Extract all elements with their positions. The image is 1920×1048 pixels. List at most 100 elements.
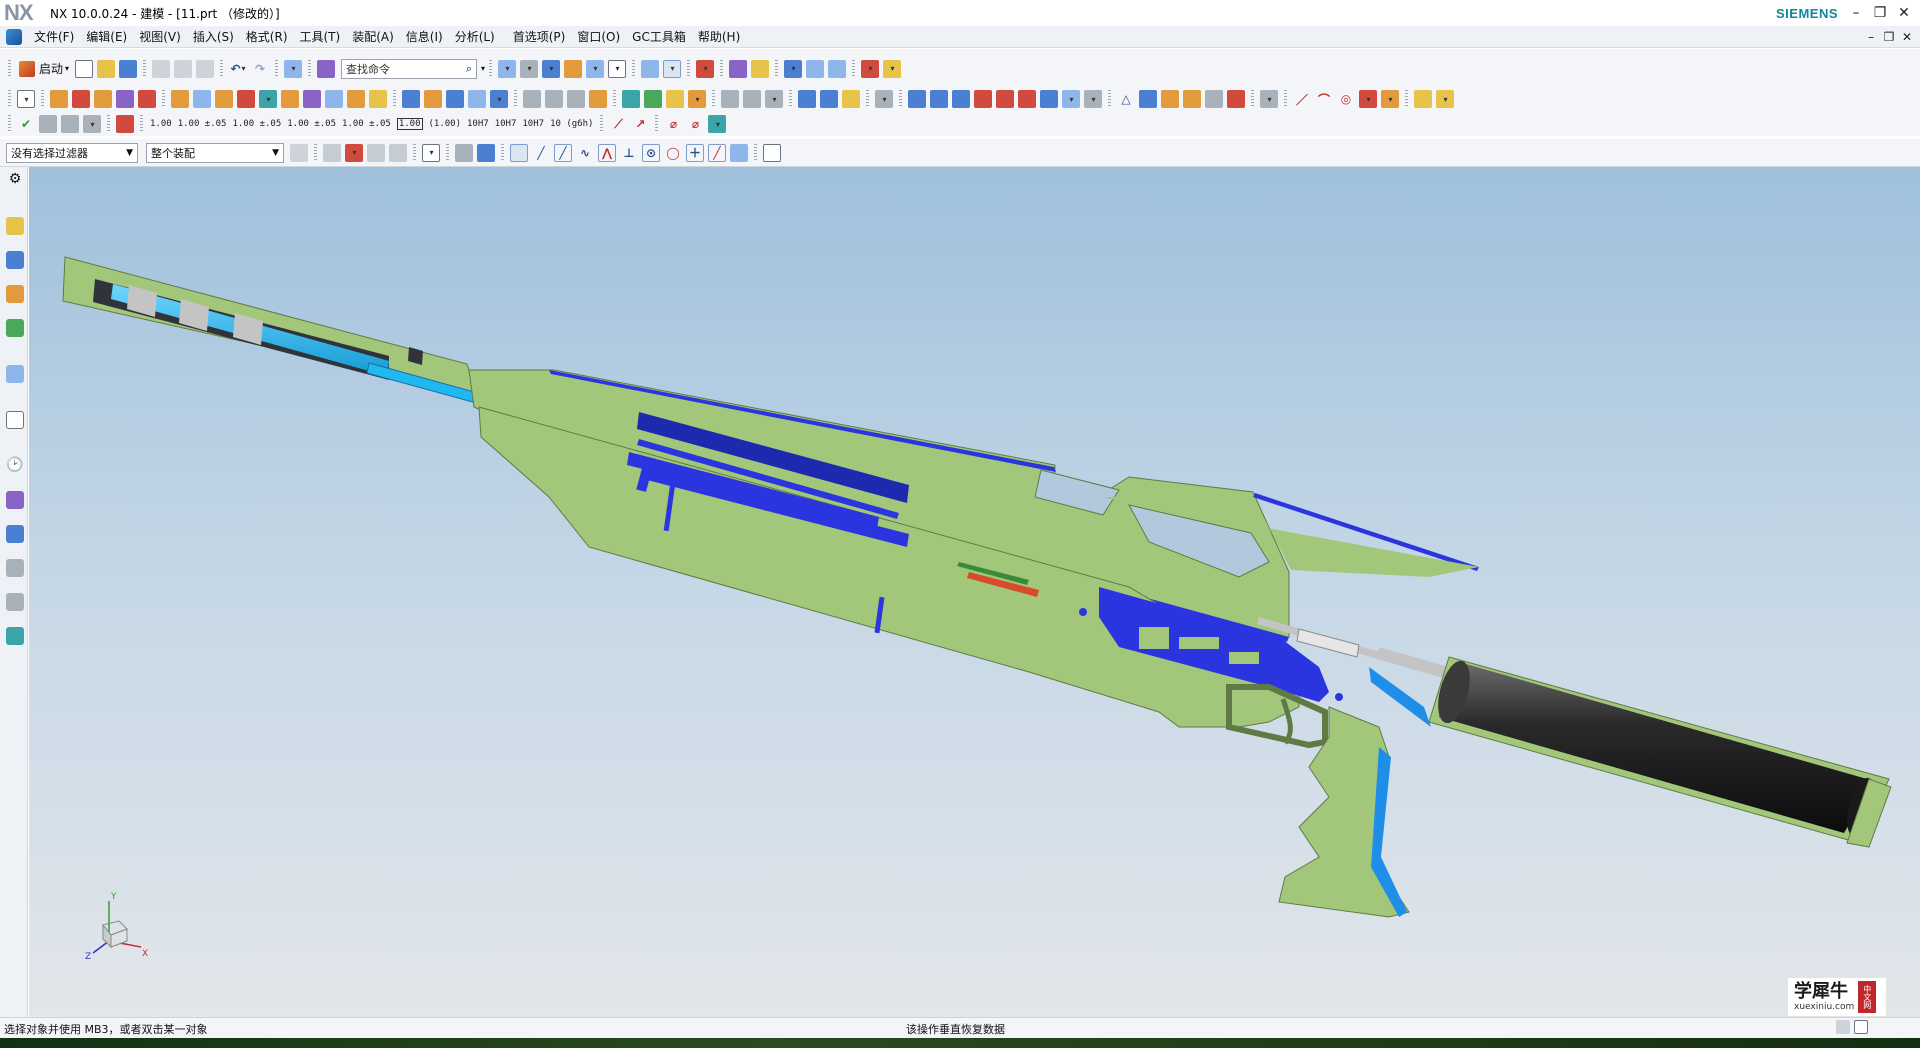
filter-reset-icon[interactable] bbox=[290, 143, 308, 162]
assembly-constraint-icon[interactable] bbox=[523, 90, 541, 108]
linear-dim-icon[interactable]: ↗ bbox=[631, 115, 649, 133]
hide-icon[interactable] bbox=[806, 59, 825, 78]
sketch-icon[interactable] bbox=[17, 90, 35, 108]
menu-format[interactable]: 格式(R) bbox=[240, 28, 294, 45]
dim-limit-icon[interactable]: 1.00 ±.05 bbox=[342, 119, 391, 129]
patch-icon[interactable] bbox=[1018, 90, 1036, 108]
through-curves-icon[interactable] bbox=[908, 90, 926, 108]
bolt-icon[interactable] bbox=[842, 90, 860, 108]
hd3d-tools-icon[interactable] bbox=[6, 365, 24, 383]
boss-icon[interactable] bbox=[116, 90, 134, 108]
rapid-dimension-icon[interactable] bbox=[116, 115, 134, 133]
offset-surface-icon[interactable] bbox=[974, 90, 992, 108]
diameter-icon[interactable]: ⌀ bbox=[664, 115, 682, 133]
spline-icon[interactable] bbox=[765, 90, 783, 108]
mold-icon[interactable] bbox=[1414, 90, 1432, 108]
snap-existing-point-icon[interactable]: ＋ bbox=[686, 143, 704, 162]
show-icon[interactable] bbox=[828, 59, 847, 78]
constraint-navigator-icon[interactable] bbox=[6, 251, 24, 269]
radius-icon[interactable]: ⌀ bbox=[686, 115, 704, 133]
select-feature-icon[interactable] bbox=[345, 143, 363, 162]
datum-plane-icon[interactable] bbox=[1381, 90, 1399, 108]
snap-midpoint-icon[interactable]: ╱ bbox=[554, 143, 572, 162]
circle-icon[interactable]: ◎ bbox=[1337, 90, 1355, 108]
full-screen-icon[interactable] bbox=[1854, 1020, 1868, 1034]
explode-icon[interactable] bbox=[589, 90, 607, 108]
menu-file[interactable]: 文件(F) bbox=[28, 28, 80, 45]
toolbar-grip[interactable] bbox=[8, 59, 11, 78]
snap-intersection-icon[interactable]: ⋀ bbox=[598, 143, 616, 162]
pocket-icon[interactable] bbox=[138, 90, 156, 108]
palette-icon[interactable] bbox=[6, 627, 24, 645]
angle-dim-icon[interactable] bbox=[708, 115, 727, 133]
add-component-icon[interactable] bbox=[545, 90, 563, 108]
background-icon[interactable] bbox=[564, 59, 583, 78]
n-sided-icon[interactable] bbox=[952, 90, 970, 108]
air-tank[interactable] bbox=[1428, 656, 1890, 844]
intersect-icon[interactable] bbox=[215, 90, 233, 108]
cut-icon[interactable] bbox=[152, 59, 171, 78]
check-icon[interactable]: ✔ bbox=[17, 115, 35, 133]
menu-info[interactable]: 信息(I) bbox=[400, 28, 449, 45]
reuse-library-icon[interactable] bbox=[6, 319, 24, 337]
hole-icon[interactable] bbox=[94, 90, 112, 108]
extension-icon[interactable] bbox=[1062, 90, 1080, 108]
copy-icon[interactable] bbox=[174, 59, 193, 78]
app-menu-icon[interactable] bbox=[6, 28, 22, 45]
surface-icon[interactable] bbox=[875, 90, 893, 108]
triangle-icon[interactable]: △ bbox=[1117, 90, 1135, 108]
arc-icon[interactable]: ⌒ bbox=[1315, 90, 1333, 108]
block-icon[interactable] bbox=[402, 90, 420, 108]
die-icon[interactable] bbox=[1436, 90, 1454, 108]
selection-list-icon[interactable] bbox=[1836, 1020, 1850, 1034]
command-search-input[interactable]: 查找命令 ⌕ bbox=[341, 58, 478, 79]
rectangle-select-icon[interactable] bbox=[422, 143, 440, 162]
start-button[interactable]: 启动 ▾ bbox=[15, 58, 73, 80]
roles-icon[interactable] bbox=[6, 559, 24, 577]
pmi-icon[interactable] bbox=[39, 115, 57, 133]
doc-minimize-icon[interactable]: – bbox=[1862, 28, 1880, 46]
dim-fit-class-icon[interactable]: 10 (g6h) bbox=[550, 119, 593, 129]
close-icon[interactable]: ✕ bbox=[1892, 2, 1916, 24]
menu-gc-toolbox[interactable]: GC工具箱 bbox=[626, 28, 692, 45]
break-view-icon[interactable] bbox=[1227, 90, 1245, 108]
dim-fit-icon[interactable]: 10H7 bbox=[467, 119, 489, 129]
dim-unilateral-above-icon[interactable]: 1.00 ±.05 bbox=[232, 119, 281, 129]
history-icon[interactable]: 🕑 bbox=[6, 457, 24, 475]
ruler-icon[interactable] bbox=[883, 59, 902, 78]
unite-icon[interactable] bbox=[171, 90, 189, 108]
snap-center-icon[interactable]: ⊙ bbox=[642, 143, 660, 162]
menu-insert[interactable]: 插入(S) bbox=[187, 28, 240, 45]
web-browser-icon[interactable] bbox=[6, 411, 24, 429]
measure-icon[interactable] bbox=[861, 59, 880, 78]
sphere-icon[interactable] bbox=[468, 90, 486, 108]
snap-perpendicular-icon[interactable]: ⊥ bbox=[620, 144, 638, 162]
detail-view-icon[interactable] bbox=[1205, 90, 1223, 108]
dim-bilateral-icon[interactable]: 1.00 ±.05 bbox=[178, 119, 227, 129]
system-materials-icon[interactable] bbox=[6, 491, 24, 509]
edit-section-icon[interactable] bbox=[663, 59, 682, 78]
sew-icon[interactable] bbox=[996, 90, 1014, 108]
weld-icon[interactable] bbox=[820, 90, 838, 108]
measure-angle-icon[interactable] bbox=[751, 59, 770, 78]
measure-distance-icon[interactable] bbox=[729, 59, 748, 78]
gear-icon[interactable] bbox=[743, 90, 761, 108]
pmi-view-icon[interactable] bbox=[61, 115, 79, 133]
assembly-navigator-icon[interactable] bbox=[6, 217, 24, 235]
dim-nominal-icon[interactable]: 1.00 bbox=[150, 119, 172, 129]
rifle-model[interactable] bbox=[29, 167, 1920, 1017]
redo-icon[interactable]: ↷ bbox=[251, 60, 269, 78]
selection-scope-select[interactable]: 整个装配 ▼ bbox=[146, 142, 284, 163]
point-icon[interactable] bbox=[1359, 90, 1377, 108]
relate-icon[interactable]: ⟋ bbox=[609, 115, 627, 133]
gc-tool-3-icon[interactable] bbox=[666, 90, 684, 108]
shell-icon[interactable] bbox=[325, 90, 343, 108]
save-icon[interactable] bbox=[119, 59, 138, 78]
select-solid-icon[interactable] bbox=[455, 143, 473, 162]
gc-tool-4-icon[interactable] bbox=[688, 90, 706, 108]
select-edge-icon[interactable] bbox=[389, 143, 407, 162]
doc-restore-icon[interactable]: ❐ bbox=[1880, 28, 1898, 46]
snap-view-icon[interactable] bbox=[696, 59, 715, 78]
silencer[interactable] bbox=[62, 256, 478, 395]
snap-endpoint-icon[interactable]: ╱ bbox=[532, 144, 550, 162]
